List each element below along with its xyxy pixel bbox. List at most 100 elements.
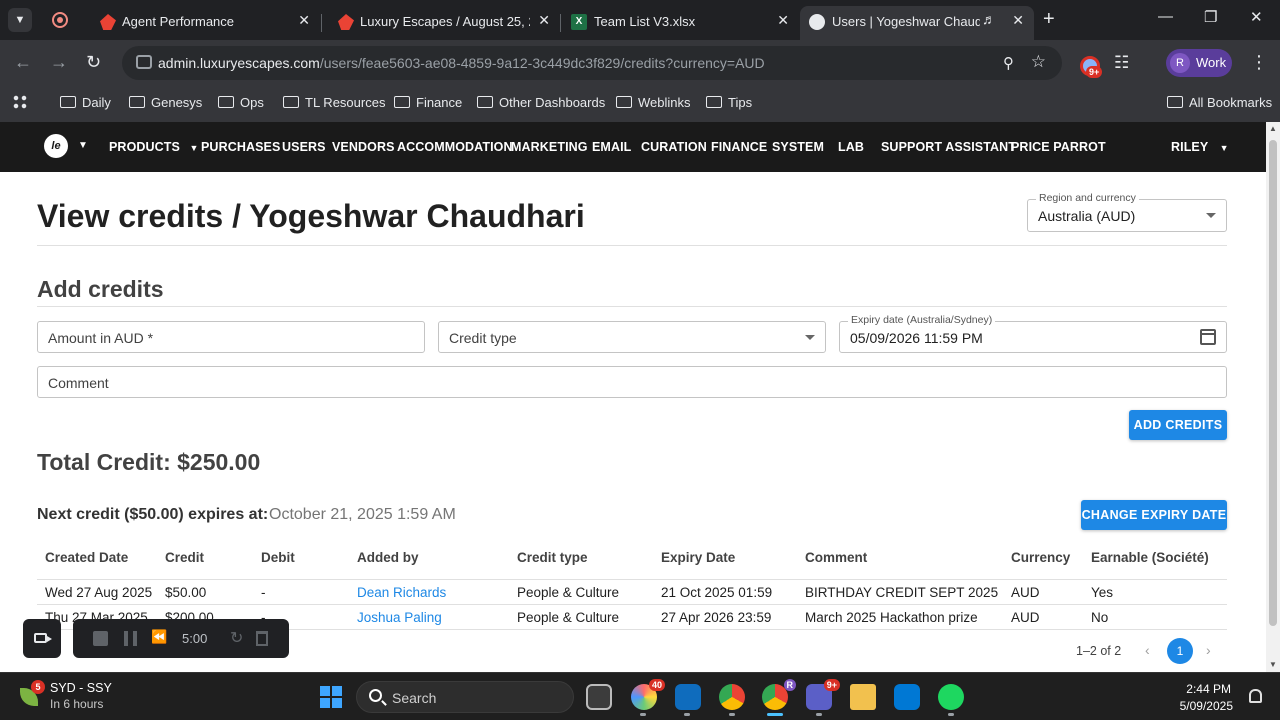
nav-finance[interactable]: FINANCE	[711, 140, 767, 154]
nav-email[interactable]: EMAIL	[592, 140, 631, 154]
nav-system[interactable]: SYSTEM	[772, 140, 824, 154]
col-currency[interactable]: Currency	[1011, 550, 1070, 565]
weather-title[interactable]: SYD - SSY	[50, 681, 112, 695]
col-created-date[interactable]: Created Date	[45, 550, 128, 565]
stop-icon[interactable]	[93, 631, 108, 646]
file-explorer-icon[interactable]	[850, 684, 876, 710]
pagination-page-button[interactable]: 1	[1167, 638, 1193, 664]
cell-added-by-link[interactable]: Joshua Paling	[357, 610, 442, 625]
nav-accommodation[interactable]: ACCOMMODATION	[397, 140, 513, 154]
taskbar-search[interactable]: Search	[356, 681, 574, 713]
chevron-down-icon[interactable]: ▼	[78, 140, 88, 151]
comment-input[interactable]: Comment	[37, 366, 1227, 398]
nav-price-parrot[interactable]: PRICE PARROT	[1011, 140, 1106, 154]
bookmark-star-icon[interactable]: ☆	[1031, 52, 1046, 72]
widgets-icon[interactable]: 40	[631, 679, 665, 710]
bookmark-genesys[interactable]: Genesys	[129, 95, 202, 110]
chrome-profile-icon[interactable]: R	[762, 679, 796, 710]
nav-curation[interactable]: CURATION	[641, 140, 707, 154]
nav-purchases[interactable]: PURCHASES	[201, 140, 280, 154]
close-tab-icon[interactable]: ✕	[1012, 12, 1024, 29]
bookmark-tl-resources[interactable]: TL Resources	[283, 95, 385, 110]
col-earnable[interactable]: Earnable (Société)	[1091, 550, 1209, 565]
clock-date[interactable]: 5/09/2025	[1180, 699, 1233, 713]
browser-menu-icon[interactable]: ⋮	[1250, 52, 1268, 73]
nav-vendors[interactable]: VENDORS	[332, 140, 395, 154]
minimize-icon[interactable]: —	[1158, 8, 1173, 25]
cell-added-by-link[interactable]: Dean Richards	[357, 585, 446, 600]
amount-input[interactable]: Amount in AUD *	[37, 321, 425, 353]
change-expiry-date-button[interactable]: CHANGE EXPIRY DATE	[1081, 500, 1227, 530]
col-comment[interactable]: Comment	[805, 550, 867, 565]
bookmark-tips[interactable]: Tips	[706, 95, 752, 110]
recording-indicator-icon[interactable]	[52, 12, 68, 28]
url-text[interactable]: admin.luxuryescapes.com/users/feae5603-a…	[158, 55, 765, 71]
teams-icon[interactable]: 9+	[806, 679, 840, 710]
nav-products[interactable]: PRODUCTS ▼	[109, 140, 199, 154]
chevron-right-icon[interactable]: ›	[1206, 642, 1211, 658]
apps-grid-icon[interactable]	[12, 94, 28, 110]
clock-time[interactable]: 2:44 PM	[1186, 682, 1231, 696]
bookmark-other-dashboards[interactable]: Other Dashboards	[477, 95, 605, 110]
bookmark-ops[interactable]: Ops	[218, 95, 264, 110]
task-view-icon[interactable]	[586, 684, 612, 710]
user-menu[interactable]: RILEY ▼	[1171, 140, 1229, 154]
all-bookmarks[interactable]: All Bookmarks	[1167, 95, 1272, 110]
tab-luxury-escapes-august[interactable]: Luxury Escapes / August 25, 2025 ✕	[322, 6, 560, 40]
nav-marketing[interactable]: MARKETING	[511, 140, 588, 154]
spotify-icon[interactable]	[938, 684, 964, 710]
chrome-icon[interactable]	[719, 684, 745, 710]
restart-icon[interactable]: ↻	[230, 628, 243, 648]
recorder-camera-button[interactable]	[23, 619, 61, 658]
bookmark-finance[interactable]: Finance	[394, 95, 462, 110]
nav-lab[interactable]: LAB	[838, 140, 864, 154]
bookmark-weblinks[interactable]: Weblinks	[616, 95, 691, 110]
site-info-icon[interactable]	[136, 55, 152, 69]
tab-users-yogeshwar[interactable]: Users | Yogeshwar Chaudhari ♬ ✕	[800, 6, 1034, 40]
close-tab-icon[interactable]: ✕	[298, 12, 310, 29]
tab-team-list[interactable]: X Team List V3.xlsx ✕	[561, 6, 799, 40]
extensions-puzzle-icon[interactable]: ☷	[1114, 53, 1129, 73]
new-tab-icon[interactable]: +	[1043, 8, 1055, 31]
zoom-icon[interactable]: ⚲	[1003, 54, 1014, 72]
add-credits-button[interactable]: ADD CREDITS	[1129, 410, 1227, 440]
address-bar[interactable]: admin.luxuryescapes.com/users/feae5603-a…	[122, 46, 1062, 80]
restore-icon[interactable]: ❐	[1204, 8, 1217, 26]
nav-support-assistant[interactable]: SUPPORT ASSISTANT	[881, 140, 1016, 154]
scrollbar-thumb[interactable]	[1269, 140, 1277, 626]
scroll-up-icon[interactable]: ▲	[1269, 124, 1277, 133]
calendar-app-icon[interactable]	[894, 684, 920, 710]
tab-search-chevron-icon[interactable]: ▼	[8, 8, 32, 32]
reload-icon[interactable]: ↻	[86, 52, 101, 73]
calendar-icon[interactable]	[1200, 329, 1216, 345]
weather-subtitle[interactable]: In 6 hours	[50, 697, 103, 711]
bookmark-daily[interactable]: Daily	[60, 95, 111, 110]
nav-users[interactable]: USERS	[282, 140, 326, 154]
tab-agent-performance[interactable]: Agent Performance ✕	[84, 6, 320, 40]
luxury-escapes-logo[interactable]: le	[44, 134, 68, 158]
col-expiry-date[interactable]: Expiry Date	[661, 550, 735, 565]
profile-button[interactable]: R Work	[1166, 49, 1232, 77]
scroll-down-icon[interactable]: ▼	[1269, 660, 1277, 669]
weather-widget-icon[interactable]: 5	[20, 680, 45, 706]
expiry-date-input[interactable]: Expiry date (Australia/Sydney) 05/09/202…	[839, 314, 1227, 353]
col-credit-type[interactable]: Credit type	[517, 550, 588, 565]
outlook-icon[interactable]	[675, 684, 701, 710]
page-scrollbar[interactable]: ▲ ▼	[1266, 122, 1280, 672]
rewind-icon[interactable]: ⏪	[151, 629, 167, 645]
forward-icon[interactable]: →	[50, 52, 68, 73]
chevron-left-icon[interactable]: ‹	[1145, 642, 1150, 658]
col-debit[interactable]: Debit	[261, 550, 295, 565]
close-tab-icon[interactable]: ✕	[777, 12, 789, 29]
back-icon[interactable]: ←	[14, 52, 32, 73]
window-close-icon[interactable]: ✕	[1250, 8, 1263, 26]
trash-icon[interactable]	[256, 631, 268, 646]
region-currency-select[interactable]: Region and currency Australia (AUD)	[1027, 192, 1227, 232]
close-tab-icon[interactable]: ✕	[538, 12, 550, 29]
col-added-by[interactable]: Added by	[357, 550, 419, 565]
col-credit[interactable]: Credit	[165, 550, 204, 565]
speaker-icon[interactable]: ♬	[982, 11, 996, 27]
notification-bell-icon[interactable]	[1249, 689, 1262, 703]
credit-type-select[interactable]: Credit type	[438, 321, 826, 353]
windows-start-icon[interactable]	[320, 686, 342, 708]
